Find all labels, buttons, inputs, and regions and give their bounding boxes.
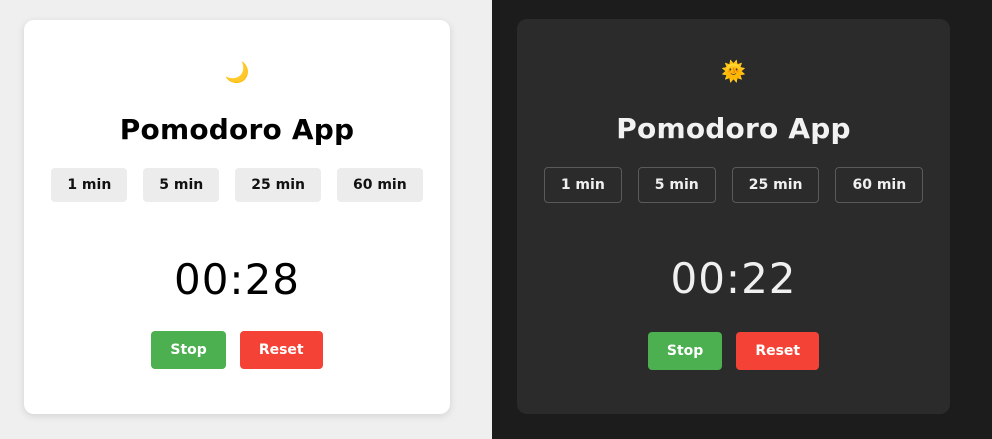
sun-icon[interactable]: 🌞 xyxy=(517,59,950,83)
duration-1-min-button[interactable]: 1 min xyxy=(543,167,622,203)
stop-button[interactable]: Stop xyxy=(151,331,226,369)
stop-button[interactable]: Stop xyxy=(647,332,723,370)
duration-options: 1 min 5 min 25 min 60 min xyxy=(517,167,950,203)
duration-5-min-button[interactable]: 5 min xyxy=(143,168,220,202)
timer-display: 00:28 xyxy=(173,255,301,304)
reset-button[interactable]: Reset xyxy=(736,332,820,370)
duration-1-min-button[interactable]: 1 min xyxy=(51,168,128,202)
duration-25-min-button[interactable]: 25 min xyxy=(235,168,321,202)
reset-button[interactable]: Reset xyxy=(239,331,323,369)
moon-icon[interactable]: 🌙 xyxy=(24,60,450,84)
light-theme-panel: 🌙 Pomodoro App 1 min 5 min 25 min 60 min… xyxy=(0,0,492,439)
dark-theme-panel: 🌞 Pomodoro App 1 min 5 min 25 min 60 min… xyxy=(492,0,992,439)
pomodoro-card: 🌞 Pomodoro App 1 min 5 min 25 min 60 min… xyxy=(517,19,950,414)
app-title: Pomodoro App xyxy=(119,113,355,146)
timer-controls: Stop Reset xyxy=(24,331,450,369)
duration-60-min-button[interactable]: 60 min xyxy=(835,167,924,203)
pomodoro-card: 🌙 Pomodoro App 1 min 5 min 25 min 60 min… xyxy=(24,20,450,414)
duration-options: 1 min 5 min 25 min 60 min xyxy=(24,168,450,202)
duration-60-min-button[interactable]: 60 min xyxy=(336,168,423,202)
duration-25-min-button[interactable]: 25 min xyxy=(731,167,820,203)
timer-controls: Stop Reset xyxy=(517,332,950,370)
timer-display: 00:22 xyxy=(670,254,797,303)
duration-5-min-button[interactable]: 5 min xyxy=(637,167,716,203)
app-title: Pomodoro App xyxy=(616,112,851,145)
